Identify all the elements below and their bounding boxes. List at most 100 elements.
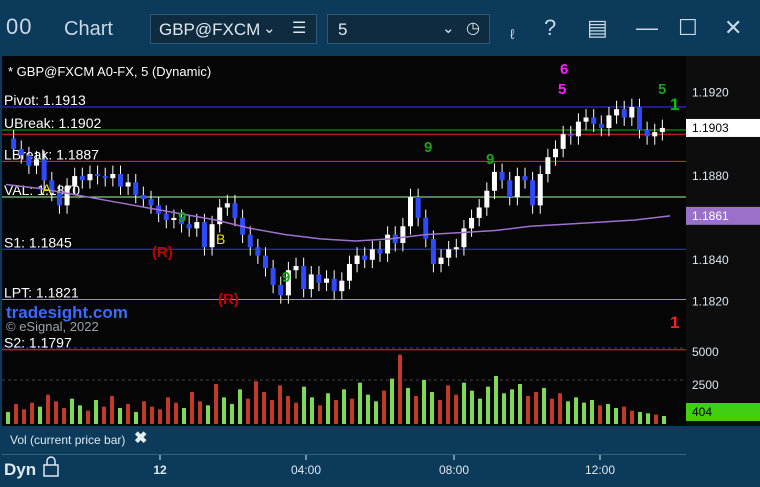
volume-bar <box>278 385 282 424</box>
volume-bar <box>518 384 522 424</box>
volume-bar <box>534 392 538 424</box>
help-icon[interactable]: ? <box>544 15 556 41</box>
chevron-down-icon[interactable]: ⌄ <box>442 19 455 37</box>
price-axis[interactable]: 1.1920 1.1880 1.1840 1.1820 1.1903 1.1861 5000… <box>686 56 760 426</box>
interval-input[interactable]: 5 ⌄ ◷ <box>327 14 490 44</box>
volume-bar <box>358 382 362 424</box>
volume-bar <box>182 408 186 424</box>
candle-body <box>537 173 543 206</box>
candle-body <box>95 173 101 177</box>
candle-body <box>11 138 17 149</box>
volume-bar <box>134 412 138 424</box>
candle-body <box>583 117 589 122</box>
candle-body <box>499 171 505 181</box>
time-axis[interactable]: Dyn 12 04:00 08:00 12:00 <box>2 454 686 481</box>
chart-window: 00 Chart GBP@FXCM ⌄ ☰ 5 ⌄ ◷ ℓ ? ▤ — ☐ ✕ … <box>0 0 760 481</box>
pen-icon[interactable]: ℓ <box>510 26 515 42</box>
volume-bar <box>502 393 506 424</box>
candle-body <box>18 148 24 156</box>
annotation-count-5-green: 5 <box>658 81 666 98</box>
candle-body <box>385 234 391 254</box>
close-icon[interactable]: ✕ <box>724 15 742 41</box>
candle-body <box>469 217 475 229</box>
volume-bar <box>222 397 226 424</box>
price-plot[interactable]: Pivot: 1.1913 UBreak: 1.1902 LBreak: 1.188… <box>2 56 686 426</box>
volume-bar <box>606 404 610 424</box>
candle-body <box>621 109 627 118</box>
volume-bar <box>422 380 426 424</box>
time-tick-label: 12 <box>153 463 167 477</box>
chevron-down-icon[interactable]: ⌄ <box>263 19 276 37</box>
volume-bar <box>494 376 498 424</box>
template-icon[interactable]: ▤ <box>587 15 608 41</box>
time-tick-label: 04:00 <box>291 463 321 477</box>
menu-icon[interactable]: ☰ <box>292 18 306 38</box>
volume-bar <box>62 408 66 424</box>
volume-bar <box>310 397 314 424</box>
volume-bar <box>438 400 442 424</box>
volume-bar <box>190 392 194 424</box>
candle-body <box>26 155 32 166</box>
annotation-r-2: (R) <box>218 291 239 308</box>
volume-bar <box>542 388 546 424</box>
candle-body <box>316 274 322 283</box>
app-logo-icon[interactable]: 00 <box>6 14 32 40</box>
candle-body <box>659 127 665 133</box>
level-label: LBreak: 1.1887 <box>4 146 99 162</box>
volume-bar <box>510 389 514 424</box>
volume-bar <box>30 402 34 424</box>
volume-bar <box>270 400 274 424</box>
volume-bar <box>590 400 594 424</box>
volume-bar <box>118 408 122 424</box>
symbol-input[interactable]: GBP@FXCM ⌄ ☰ <box>150 14 317 44</box>
candle-body <box>224 203 230 208</box>
maximize-icon[interactable]: ☐ <box>678 15 698 41</box>
window-title: Chart <box>64 18 113 40</box>
candle-body <box>140 194 146 200</box>
annotation-count-9-b: 9 <box>486 151 494 168</box>
volume-bar <box>198 401 202 424</box>
minimize-icon[interactable]: — <box>636 15 658 41</box>
volume-bar <box>230 404 234 424</box>
volume-bar <box>430 392 434 424</box>
time-mode-label[interactable]: Dyn <box>4 460 36 479</box>
volume-bar <box>454 394 458 424</box>
candle-body <box>560 134 566 149</box>
volume-bar <box>110 396 114 424</box>
annotation-count-6: 6 <box>560 61 568 78</box>
candle-body <box>591 117 597 124</box>
clock-icon[interactable]: ◷ <box>466 18 480 38</box>
volume-study-bar: Vol (current price bar) ✖ <box>2 426 686 454</box>
candle-body <box>194 222 200 229</box>
candle-body <box>400 226 406 244</box>
interval-value: 5 <box>338 20 348 39</box>
candle-body <box>64 186 70 206</box>
annotation-one-green: 1 <box>670 95 679 114</box>
volume-bar <box>174 402 178 424</box>
volume-bar <box>414 396 418 424</box>
volume-bar <box>206 405 210 424</box>
annotation-a: A <box>42 181 52 197</box>
annotation-count-9-c: 9 <box>178 209 186 226</box>
candle-body <box>232 203 238 218</box>
volume-bar <box>6 412 10 424</box>
current-price-label: 1.1903 <box>692 121 729 135</box>
volume-chart-svg <box>2 347 686 424</box>
candle-body <box>598 123 604 128</box>
candle-body <box>163 213 169 221</box>
candle-body <box>553 148 559 158</box>
candle-body <box>606 115 612 128</box>
close-study-icon[interactable]: ✖ <box>134 428 147 448</box>
volume-bar <box>318 405 322 424</box>
candle-body <box>415 197 421 218</box>
candle-body <box>484 190 490 208</box>
lock-icon[interactable] <box>43 456 59 477</box>
volume-bar <box>262 392 266 424</box>
candle-body <box>72 176 78 187</box>
volume-bar <box>254 381 258 424</box>
level-label: S1: 1.1845 <box>4 234 72 250</box>
volume-bar <box>126 404 130 424</box>
volume-bar <box>14 404 18 424</box>
candle-body <box>293 266 299 271</box>
volume-bar <box>470 390 474 424</box>
